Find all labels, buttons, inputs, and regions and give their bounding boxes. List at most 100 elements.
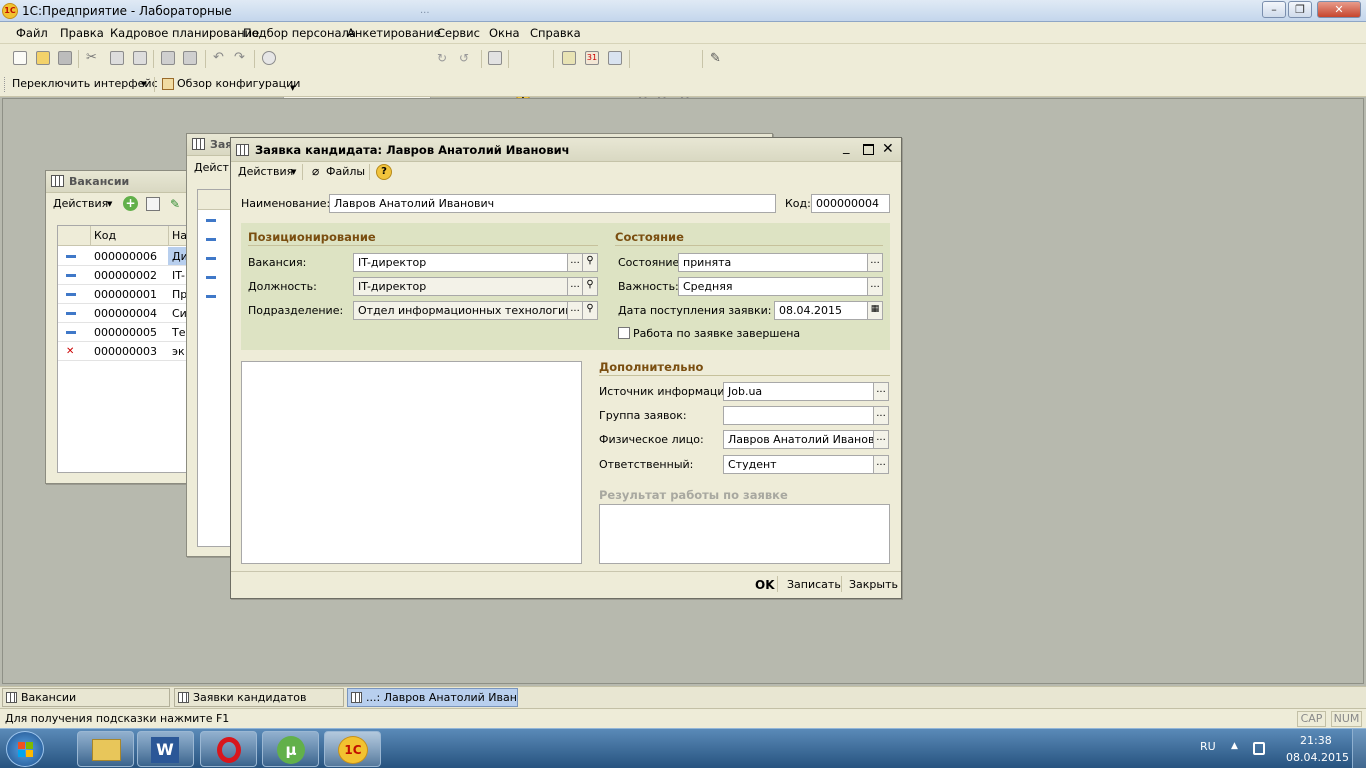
save-button[interactable]: Записать <box>787 578 841 591</box>
clock-date[interactable]: 08.04.2015 <box>1286 751 1349 764</box>
vacancy-select-button[interactable]: ... <box>567 253 583 272</box>
position-open-search-icon[interactable]: ⚲ <box>582 277 598 296</box>
word-taskbar-button[interactable]: W <box>137 731 194 767</box>
ok-button[interactable]: OK <box>755 578 775 592</box>
result-text-area[interactable] <box>599 504 890 564</box>
menu-survey[interactable]: Анкетирование <box>347 26 441 40</box>
calendar-picker-icon[interactable]: ▦ <box>867 301 883 320</box>
add-icon[interactable]: + <box>123 196 138 211</box>
close-app-button[interactable]: ✕ <box>1317 1 1361 18</box>
copy-icon[interactable] <box>110 51 124 65</box>
config-overview-chevron-icon[interactable]: ▼ <box>290 84 295 92</box>
menu-edit[interactable]: Правка <box>60 26 104 40</box>
column-header-code[interactable]: Код <box>94 229 116 242</box>
print-icon[interactable] <box>161 51 175 65</box>
config-overview-button[interactable]: Обзор конфигурации <box>177 77 300 90</box>
row-item-icon <box>66 331 76 334</box>
vacancies-actions-chevron-icon[interactable]: ▼ <box>107 200 112 208</box>
responsible-field[interactable]: Студент <box>723 455 875 474</box>
vacancy-open-search-icon[interactable]: ⚲ <box>582 253 598 272</box>
request-group-select-button[interactable]: ... <box>873 406 889 425</box>
undo-icon[interactable]: ↶ <box>213 51 227 65</box>
importance-select-button[interactable]: ... <box>867 277 883 296</box>
person-select-button[interactable]: ... <box>873 430 889 449</box>
help-icon[interactable]: ? <box>376 164 392 180</box>
position-field[interactable]: IT-директор <box>353 277 569 296</box>
files-button[interactable]: Файлы <box>326 165 365 178</box>
new-document-icon[interactable] <box>13 51 27 65</box>
search-prev-icon[interactable]: ↺ <box>459 51 473 65</box>
taskbar-item-candidate-requests[interactable]: Заявки кандидатов <box>174 688 344 707</box>
position-select-button[interactable]: ... <box>567 277 583 296</box>
cut-icon[interactable]: ✂ <box>86 51 100 65</box>
maximize-button[interactable]: ❐ <box>1288 1 1312 18</box>
opera-taskbar-button[interactable] <box>200 731 257 767</box>
switch-interface-button[interactable]: Переключить интерфейс <box>12 77 158 90</box>
calculator-icon[interactable] <box>562 51 576 65</box>
source-label: Источник информации: <box>599 385 736 398</box>
dialog-maximize-button[interactable] <box>863 144 874 155</box>
requests-actions-menu[interactable]: Дейст <box>194 161 229 174</box>
menu-recruitment[interactable]: Подбор персонала <box>243 26 356 40</box>
source-field[interactable]: Job.ua <box>723 382 875 401</box>
dialog-close-button[interactable]: ✕ <box>882 141 894 157</box>
code-field[interactable]: 000000004 <box>811 194 890 213</box>
copy-item-icon[interactable] <box>146 197 160 211</box>
date-received-field[interactable]: 08.04.2015 <box>774 301 869 320</box>
column-header-name[interactable]: На <box>172 229 187 242</box>
importance-field[interactable]: Средняя <box>678 277 869 296</box>
redo-icon[interactable]: ↷ <box>234 51 248 65</box>
clock-time[interactable]: 21:38 <box>1300 734 1332 747</box>
explorer-taskbar-button[interactable] <box>77 731 134 767</box>
windows-icon[interactable] <box>488 51 502 65</box>
tray-expand-chevron-icon[interactable]: ▲ <box>1231 741 1238 751</box>
users-icon[interactable] <box>608 51 622 65</box>
start-button[interactable] <box>6 731 44 767</box>
menu-service[interactable]: Сервис <box>437 26 480 40</box>
vacancy-field[interactable]: IT-директор <box>353 253 569 272</box>
result-section-title: Результат работы по заявке <box>599 488 788 502</box>
open-folder-icon[interactable] <box>36 51 50 65</box>
name-field[interactable]: Лавров Анатолий Иванович <box>329 194 776 213</box>
taskbar-item-vacancies[interactable]: Вакансии <box>2 688 170 707</box>
network-icon[interactable] <box>1253 742 1265 755</box>
department-open-search-icon[interactable]: ⚲ <box>582 301 598 320</box>
department-select-button[interactable]: ... <box>567 301 583 320</box>
person-field[interactable]: Лавров Анатолий Иванович <box>723 430 875 449</box>
search-next-icon[interactable]: ↻ <box>437 51 451 65</box>
print-preview-icon[interactable] <box>183 51 197 65</box>
menu-hr-planning[interactable]: Кадровое планирование <box>110 26 259 40</box>
menu-help[interactable]: Справка <box>530 26 581 40</box>
close-button[interactable]: Закрыть <box>849 578 898 591</box>
vacancies-actions-menu[interactable]: Действия <box>53 197 108 210</box>
language-indicator[interactable]: RU <box>1200 740 1216 753</box>
utorrent-taskbar-button[interactable]: µ <box>262 731 319 767</box>
cell-code: 000000003 <box>94 345 157 358</box>
1c-taskbar-button[interactable]: 1С <box>324 731 381 767</box>
edit-icon[interactable]: ✎ <box>170 197 182 211</box>
cell-code: 000000001 <box>94 288 157 301</box>
calendar-icon[interactable]: 31 <box>585 51 599 65</box>
show-desktop-button[interactable] <box>1352 729 1366 768</box>
responsible-select-button[interactable]: ... <box>873 455 889 474</box>
save-icon[interactable] <box>58 51 72 65</box>
request-group-field[interactable] <box>723 406 875 425</box>
tools-icon[interactable]: ✎ <box>710 51 724 66</box>
completed-checkbox[interactable] <box>618 327 630 339</box>
switch-interface-chevron-icon[interactable]: ▼ <box>141 80 146 88</box>
status-field[interactable]: принята <box>678 253 869 272</box>
menu-windows[interactable]: Окна <box>489 26 520 40</box>
paste-icon[interactable] <box>133 51 147 65</box>
menu-file[interactable]: Файл <box>16 26 48 40</box>
notes-text-area[interactable] <box>241 361 582 564</box>
taskbar-item-candidate-request-active[interactable]: ...: Лавров Анатолий Ивано... <box>347 688 518 707</box>
cell-name: Си <box>172 307 187 320</box>
dialog-actions-menu[interactable]: Действия <box>238 165 293 178</box>
status-select-button[interactable]: ... <box>867 253 883 272</box>
dialog-minimize-button[interactable]: _ <box>843 140 850 155</box>
dialog-actions-chevron-icon[interactable]: ▼ <box>291 168 296 176</box>
department-field[interactable]: Отдел информационных технологий <box>353 301 569 320</box>
source-select-button[interactable]: ... <box>873 382 889 401</box>
minimize-button[interactable]: – <box>1262 1 1286 18</box>
search-icon[interactable] <box>262 51 276 65</box>
